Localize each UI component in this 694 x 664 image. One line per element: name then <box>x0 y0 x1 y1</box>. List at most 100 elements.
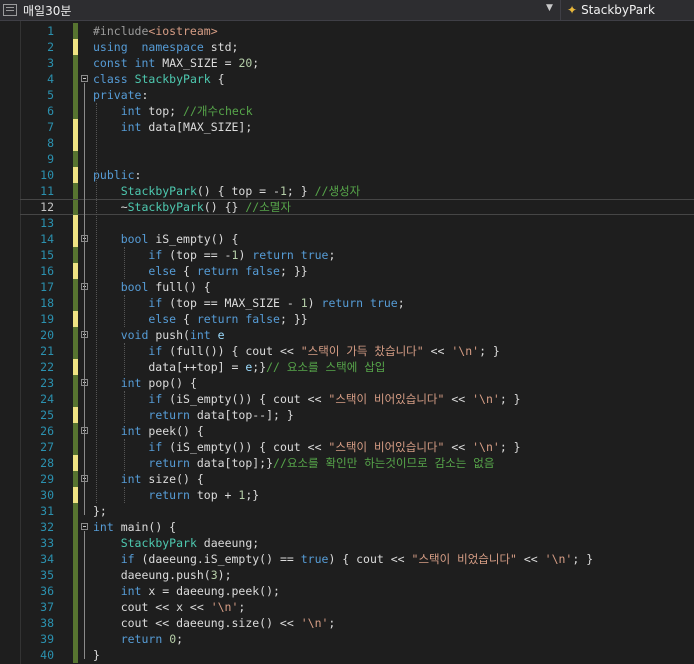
code-line[interactable]: 25 return data[top--]; } <box>20 407 694 423</box>
line-number: 26 <box>40 424 54 438</box>
code-token: daeeung; <box>196 536 260 550</box>
code-line[interactable]: 10 public: <box>20 167 694 183</box>
code-line[interactable]: 24 if (iS_empty()) { cout << "스택이 비어있습니다… <box>20 391 694 407</box>
change-marker <box>73 423 78 439</box>
project-scope-dropdown[interactable]: 매일30분 ▼ <box>0 0 561 20</box>
code-token: int <box>93 520 114 534</box>
code-line[interactable]: 38 cout << daeeung.size() << '\n'; <box>20 615 694 631</box>
code-line[interactable]: 5 private: <box>20 87 694 103</box>
code-token: { <box>210 72 225 86</box>
code-token: int <box>120 104 142 118</box>
line-number: 18 <box>40 296 54 310</box>
code-token: data[MAX_SIZE]; <box>141 120 253 134</box>
code-line[interactable]: 17 bool full() { <box>20 279 694 295</box>
code-line[interactable]: 29 int size() { <box>20 471 694 487</box>
code-token: int <box>134 56 156 70</box>
fold-region-line <box>84 83 85 515</box>
code-line[interactable]: 27 if (iS_empty()) { cout << "스택이 비어있습니다… <box>20 439 694 455</box>
code-line[interactable]: 22 data[++top] = e;}// 요소를 스택에 삽입 <box>20 359 694 375</box>
code-token: top + <box>189 488 239 502</box>
code-line[interactable]: 37 cout << x << '\n'; <box>20 599 694 615</box>
code-line[interactable]: 30 return top + 1;} <box>20 487 694 503</box>
code-line[interactable]: 2 using namespace std; <box>20 39 694 55</box>
code-token: { <box>176 264 197 278</box>
line-number: 11 <box>40 184 54 198</box>
code-token: return <box>252 248 294 262</box>
code-line[interactable]: 28 return data[top];}//요소를 확인만 하는것이므로 감소… <box>20 455 694 471</box>
code-text: bool iS_empty() { <box>93 231 239 247</box>
code-token: ; <box>397 296 405 310</box>
code-text: data[++top] = e;}// 요소를 스택에 삽입 <box>93 359 385 375</box>
code-line[interactable]: 6 int top; //개수check <box>20 103 694 119</box>
code-line[interactable]: 9 <box>20 151 694 167</box>
code-line[interactable]: 15 if (top == -1) return true; <box>20 247 694 263</box>
code-line[interactable]: 11 StackbyPark() { top = -1; } //생성자 <box>20 183 694 199</box>
code-line[interactable]: 32 int main() { <box>20 519 694 535</box>
code-line[interactable]: 31}; <box>20 503 694 519</box>
collapse-icon[interactable] <box>81 523 88 530</box>
code-line[interactable]: 34 if (daeeung.iS_empty() == true) { cou… <box>20 551 694 567</box>
code-text: return top + 1;} <box>93 487 259 503</box>
code-token: ; } <box>286 184 315 198</box>
code-token: ; } <box>479 344 500 358</box>
code-line[interactable]: 8 <box>20 135 694 151</box>
code-text: if (iS_empty()) { cout << "스택이 비어있습니다" <… <box>93 439 520 455</box>
code-line[interactable]: 36 int x = daeeung.peek(); <box>20 583 694 599</box>
code-text: public: <box>93 167 141 183</box>
member-dropdown[interactable]: ✦ StackbyPark <box>563 0 694 20</box>
change-marker <box>73 343 78 359</box>
code-line[interactable]: 3 const int MAX_SIZE = 20; <box>20 55 694 71</box>
code-line[interactable]: 23 int pop() { <box>20 375 694 391</box>
code-text: int peek() { <box>93 423 204 439</box>
code-line[interactable]: 35 daeeung.push(3); <box>20 567 694 583</box>
change-marker <box>73 583 78 599</box>
change-marker <box>73 567 78 583</box>
code-line[interactable]: 26 int peek() { <box>20 423 694 439</box>
code-text: else { return false; }} <box>93 263 307 279</box>
code-token: "스택이 비었습니다" <box>411 552 517 566</box>
change-marker <box>73 391 78 407</box>
code-token: "스택이 가득 찼습니다" <box>300 344 424 358</box>
code-line[interactable]: 21 if (full()) { cout << "스택이 가득 찼습니다" <… <box>20 343 694 359</box>
code-token: (iS_empty()) { cout << <box>162 392 329 406</box>
change-marker <box>73 183 78 199</box>
code-line[interactable]: 20 void push(int e <box>20 327 694 343</box>
code-line[interactable]: 19 else { return false; }} <box>20 311 694 327</box>
code-token: ) <box>238 248 253 262</box>
code-token: #include <box>93 24 149 38</box>
code-text: int x = daeeung.peek(); <box>93 583 280 599</box>
change-marker <box>73 551 78 567</box>
code-token: int <box>120 120 142 134</box>
code-line[interactable]: 13 <box>20 215 694 231</box>
code-token: const <box>93 56 128 70</box>
line-number: 6 <box>47 104 54 118</box>
code-line[interactable]: 7 int data[MAX_SIZE]; <box>20 119 694 135</box>
code-line[interactable]: 18 if (top == MAX_SIZE - 1) return true; <box>20 295 694 311</box>
code-token: if <box>120 552 135 566</box>
code-token: int <box>189 328 211 342</box>
code-token: '\n' <box>544 552 573 566</box>
code-line[interactable]: 33 StackbyPark daeeung; <box>20 535 694 551</box>
chevron-down-icon[interactable]: ▼ <box>546 3 553 13</box>
code-line[interactable]: 4 class StackbyPark { <box>20 71 694 87</box>
code-token: data[top--]; } <box>189 408 294 422</box>
code-line[interactable]: 39 return 0; <box>20 631 694 647</box>
code-token: data[++top] = <box>93 360 246 374</box>
code-line[interactable]: 40} <box>20 647 694 663</box>
code-token: true <box>300 552 329 566</box>
change-marker <box>73 471 78 487</box>
line-number: 3 <box>47 56 54 70</box>
code-editor[interactable]: 1 #include<iostream> 2 using namespace std;… <box>20 21 694 664</box>
change-marker <box>73 311 78 327</box>
code-line[interactable]: 1 #include<iostream> <box>20 23 694 39</box>
line-number: 34 <box>40 552 54 566</box>
change-marker <box>73 231 78 247</box>
code-line[interactable]: 16 else { return false; }} <box>20 263 694 279</box>
code-line[interactable]: 14 bool iS_empty() { <box>20 231 694 247</box>
collapse-icon[interactable] <box>81 75 88 82</box>
code-line[interactable]: 12 ~StackbyPark() {} //소멸자 <box>20 199 694 216</box>
